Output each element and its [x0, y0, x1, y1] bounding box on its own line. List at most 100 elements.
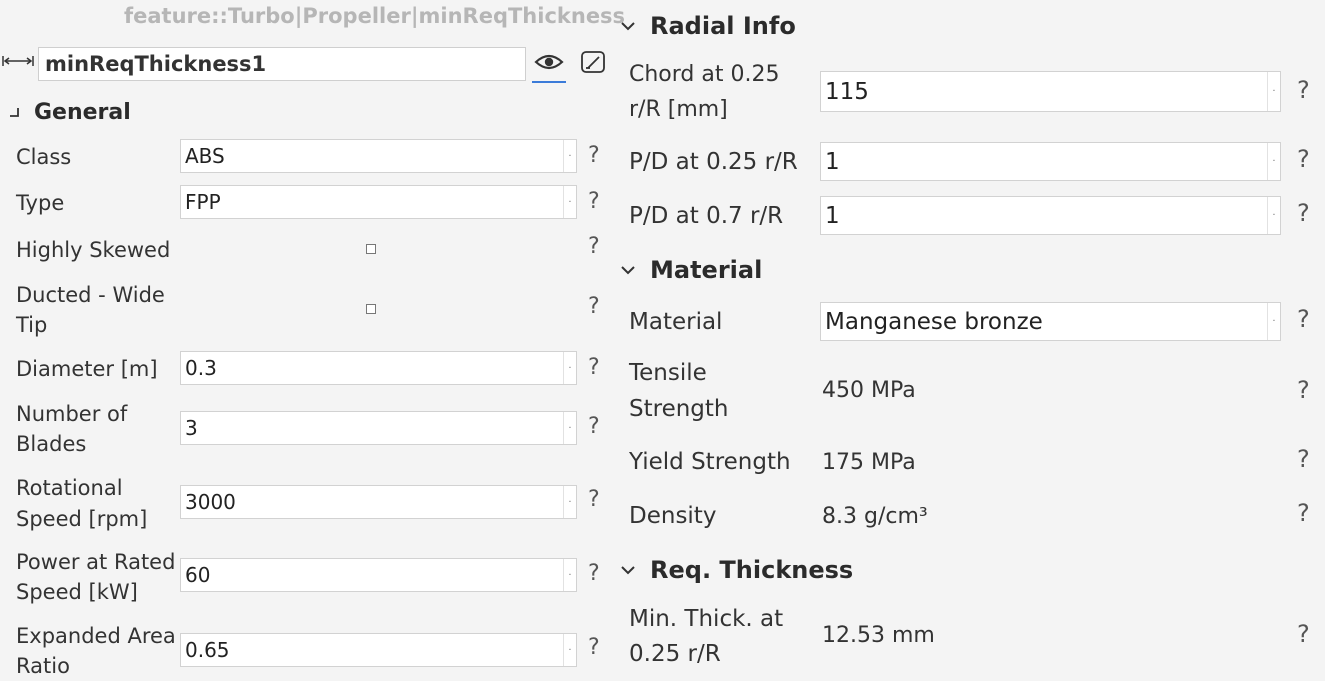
power-label-line1: Power at Rated: [16, 550, 176, 574]
spinner-arrow-icon[interactable]: ·: [563, 486, 576, 518]
tensile-help-button[interactable]: ?: [1297, 376, 1310, 404]
chord-input[interactable]: 115 ·: [820, 71, 1281, 112]
material-help-button[interactable]: ?: [1297, 305, 1310, 333]
tensile-label-line1: Tensile: [629, 360, 707, 386]
edit-icon: [579, 49, 607, 81]
pd07-label: P/D at 0.7 r/R: [629, 203, 784, 229]
power-label-line2: Speed [kW]: [16, 580, 138, 604]
diameter-value: 0.3: [185, 356, 217, 380]
section-title: Radial Info: [650, 12, 796, 40]
min-thick-label-line2: 0.25 r/R: [629, 641, 721, 667]
breadcrumb: feature::Turbo|Propeller|minReqThickness: [124, 4, 626, 28]
blades-help-button[interactable]: ?: [588, 414, 600, 439]
material-section-header[interactable]: Material: [620, 256, 762, 284]
speed-label-line1: Rotational: [16, 476, 123, 500]
power-help-button[interactable]: ?: [588, 561, 600, 586]
section-title: General: [34, 100, 131, 125]
yield-help-button[interactable]: ?: [1297, 445, 1310, 473]
spinner-arrow-icon[interactable]: ·: [1267, 197, 1280, 234]
blades-label-line2: Blades: [16, 432, 87, 456]
blades-value: 3: [185, 416, 198, 440]
highly-skewed-checkbox[interactable]: [366, 244, 376, 254]
type-label: Type: [16, 191, 65, 215]
visibility-toggle-button[interactable]: [532, 47, 566, 83]
radial-section-header[interactable]: Radial Info: [620, 12, 796, 40]
speed-value: 3000: [185, 490, 236, 514]
area-ratio-input[interactable]: 0.65 ·: [180, 633, 577, 667]
pd07-input[interactable]: 1 ·: [820, 196, 1281, 235]
area-ratio-label-line1: Expanded Area: [16, 624, 176, 648]
section-title: Material: [650, 256, 763, 284]
section-title: Req. Thickness: [650, 556, 854, 584]
chord-value: 115: [825, 78, 869, 105]
yield-value: 175 MPa: [822, 450, 916, 475]
pd025-help-button[interactable]: ?: [1297, 145, 1310, 173]
type-value: FPP: [185, 190, 221, 214]
speed-label-line2: Speed [rpm]: [16, 507, 148, 531]
chord-label-line1: Chord at 0.25: [629, 62, 780, 87]
area-ratio-value: 0.65: [185, 638, 230, 662]
class-select[interactable]: ABS ·: [180, 139, 577, 173]
spinner-arrow-icon[interactable]: ·: [563, 559, 576, 591]
type-help-button[interactable]: ?: [588, 189, 600, 214]
feature-name-input[interactable]: [38, 47, 526, 81]
chevron-down-icon: [620, 264, 642, 276]
spinner-arrow-icon[interactable]: ·: [563, 412, 576, 444]
tensile-value: 450 MPa: [822, 378, 916, 403]
min-thick-help-button[interactable]: ?: [1297, 620, 1310, 648]
spinner-arrow-icon[interactable]: ·: [1267, 143, 1280, 180]
ducted-checkbox[interactable]: [366, 304, 376, 314]
yield-label: Yield Strength: [629, 449, 791, 475]
chord-help-button[interactable]: ?: [1297, 76, 1310, 104]
min-thick-label-line1: Min. Thick. at: [629, 606, 784, 632]
class-help-button[interactable]: ?: [588, 143, 600, 168]
chevron-down-icon: [620, 564, 642, 576]
general-section-header[interactable]: General: [8, 100, 131, 125]
ducted-label-line1: Ducted - Wide: [16, 283, 165, 307]
blades-input[interactable]: 3 ·: [180, 411, 577, 445]
dropdown-arrow-icon[interactable]: ·: [563, 140, 576, 172]
pd025-label: P/D at 0.25 r/R: [629, 149, 798, 175]
eye-icon: [534, 52, 564, 76]
chevron-down-icon: [620, 20, 642, 32]
power-input[interactable]: 60 ·: [180, 558, 577, 592]
speed-input[interactable]: 3000 ·: [180, 485, 577, 519]
dropdown-arrow-icon[interactable]: ·: [563, 186, 576, 218]
area-ratio-label-line2: Ratio: [16, 654, 70, 678]
edit-button[interactable]: [577, 49, 609, 81]
area-ratio-help-button[interactable]: ?: [588, 635, 600, 660]
spinner-arrow-icon[interactable]: ·: [1267, 72, 1280, 111]
spinner-arrow-icon[interactable]: ·: [563, 352, 576, 384]
material-select[interactable]: Manganese bronze ·: [820, 302, 1281, 341]
diameter-help-button[interactable]: ?: [588, 355, 600, 380]
pd07-help-button[interactable]: ?: [1297, 199, 1310, 227]
thickness-section-header[interactable]: Req. Thickness: [620, 556, 853, 584]
collapse-corner-icon: [8, 106, 24, 120]
pd025-value: 1: [825, 148, 840, 175]
highly-skewed-label: Highly Skewed: [16, 238, 171, 262]
class-label: Class: [16, 145, 72, 169]
density-help-button[interactable]: ?: [1297, 499, 1310, 527]
diameter-input[interactable]: 0.3 ·: [180, 351, 577, 385]
tensile-label-line2: Strength: [629, 396, 729, 422]
pd025-input[interactable]: 1 ·: [820, 142, 1281, 181]
blades-label-line1: Number of: [16, 402, 128, 426]
speed-help-button[interactable]: ?: [588, 487, 600, 512]
chord-label-line2: r/R [mm]: [629, 97, 728, 122]
min-thick-value: 12.53 mm: [822, 623, 935, 648]
highly-skewed-help-button[interactable]: ?: [588, 234, 600, 259]
pd07-value: 1: [825, 202, 840, 229]
dropdown-arrow-icon[interactable]: ·: [1267, 303, 1280, 340]
density-label: Density: [629, 503, 717, 529]
diameter-label: Diameter [m]: [16, 357, 158, 381]
type-select[interactable]: FPP ·: [180, 185, 577, 219]
resize-horizontal-icon[interactable]: [2, 54, 34, 72]
class-value: ABS: [185, 144, 225, 168]
ducted-help-button[interactable]: ?: [588, 294, 600, 319]
power-value: 60: [185, 563, 211, 587]
material-value: Manganese bronze: [825, 308, 1043, 335]
spinner-arrow-icon[interactable]: ·: [563, 634, 576, 666]
material-label: Material: [629, 309, 723, 335]
ducted-label-line2: Tip: [16, 313, 48, 337]
density-value: 8.3 g/cm³: [822, 504, 928, 529]
